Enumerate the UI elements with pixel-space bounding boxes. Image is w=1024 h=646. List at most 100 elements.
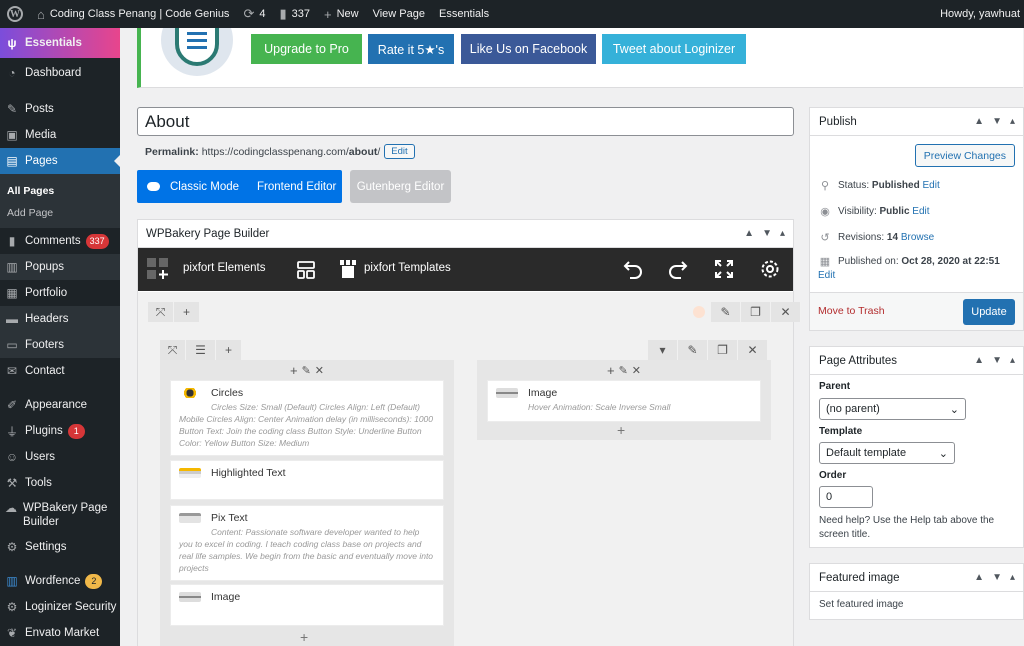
row-delete-icon[interactable]: ✕ <box>771 302 801 322</box>
site-name-link[interactable]: ⌂ Coding Class Penang | Code Genius <box>30 0 236 28</box>
sidebar-item-envato[interactable]: ❦ Envato Market <box>0 620 120 646</box>
sidebar-item-plugins[interactable]: ⏚ Plugins 1 <box>0 418 120 444</box>
sidebar-item-settings[interactable]: ⚙ Settings <box>0 534 120 560</box>
column-edit-icon[interactable]: ✎ <box>619 364 628 377</box>
sidebar-item-contact[interactable]: ✉ Contact <box>0 358 120 384</box>
move-up-icon[interactable]: ▲ <box>974 572 984 583</box>
settings-gear-icon[interactable] <box>760 259 780 279</box>
inner-row-toggle-icon[interactable]: ▾ <box>648 340 678 360</box>
status-edit-link[interactable]: Edit <box>923 180 940 191</box>
user-account-link[interactable]: Howdy, yawhuat <box>933 0 1024 28</box>
tweet-button[interactable]: Tweet about Loginizer <box>602 34 746 64</box>
undo-icon[interactable] <box>622 259 644 279</box>
inner-row-delete-icon[interactable]: ✕ <box>738 340 768 360</box>
row-clone-icon[interactable]: ❐ <box>741 302 771 322</box>
column-add-icon[interactable]: + <box>607 363 615 378</box>
sidebar-item-comments[interactable]: ▮ Comments 337 <box>0 228 120 254</box>
frontend-editor-button[interactable]: Frontend Editor <box>257 181 336 193</box>
preview-changes-button[interactable]: Preview Changes <box>914 144 1015 167</box>
sidebar-item-wordfence[interactable]: ▥ Wordfence 2 <box>0 568 120 594</box>
view-page-link[interactable]: View Page <box>366 0 432 28</box>
sidebar-item-headers[interactable]: ▬ Headers <box>0 306 120 332</box>
sidebar-item-users[interactable]: ☺ Users <box>0 444 120 470</box>
row-expand-icon[interactable]: ⤧ <box>148 302 174 322</box>
move-down-icon[interactable]: ▼ <box>992 355 1002 366</box>
visibility-edit-link[interactable]: Edit <box>912 206 929 217</box>
updates-link[interactable]: ⟳ 4 <box>236 0 272 28</box>
move-up-icon[interactable]: ▲ <box>744 228 754 239</box>
collapse-icon[interactable]: ▴ <box>1010 572 1015 583</box>
add-elements-icon[interactable] <box>147 258 169 280</box>
layout-icon[interactable] <box>296 260 316 280</box>
sidebar-item-portfolio[interactable]: ▦ Portfolio <box>0 280 120 306</box>
sidebar-item-dashboard[interactable]: ◔ Dashboard <box>0 58 120 88</box>
classic-mode-button[interactable]: Classic Mode <box>170 181 239 193</box>
sidebar-item-essentials[interactable]: ψ Essentials <box>0 28 120 58</box>
redo-icon[interactable] <box>667 259 689 279</box>
pixfort-elements-button[interactable]: pixfort Elements <box>183 262 265 274</box>
new-content-link[interactable]: + New <box>317 0 366 28</box>
like-facebook-button[interactable]: Like Us on Facebook <box>461 34 596 64</box>
move-to-trash-link[interactable]: Move to Trash <box>818 305 885 317</box>
collapse-icon[interactable]: ▴ <box>1010 116 1015 127</box>
upgrade-to-pro-button[interactable]: Upgrade to Pro <box>251 34 362 64</box>
essentials-link[interactable]: Essentials <box>432 0 496 28</box>
submenu-add-page[interactable]: Add Page <box>0 202 120 224</box>
move-up-icon[interactable]: ▲ <box>974 116 984 127</box>
left-column-add-element-icon[interactable]: + <box>300 629 308 645</box>
right-column-add-element-icon[interactable]: + <box>617 422 625 438</box>
parent-select[interactable]: (no parent) ⌄ <box>819 398 966 420</box>
rate-it-button[interactable]: Rate it 5★'s <box>368 34 454 64</box>
update-button[interactable]: Update <box>963 299 1015 325</box>
collapse-icon[interactable]: ▴ <box>1010 355 1015 366</box>
gutenberg-editor-button[interactable]: Gutenberg Editor <box>350 170 451 203</box>
column-add-icon[interactable]: + <box>290 363 298 378</box>
sidebar-item-posts[interactable]: ✎ Posts <box>0 96 120 122</box>
permalink-edit-button[interactable]: Edit <box>384 144 415 159</box>
permalink-url[interactable]: https://codingclasspenang.com/about/ <box>202 146 381 158</box>
column-edit-icon[interactable]: ✎ <box>302 364 311 377</box>
sidebar-item-tools[interactable]: ⚒ Tools <box>0 470 120 496</box>
submenu-all-pages[interactable]: All Pages <box>0 180 120 202</box>
sidebar-item-footers[interactable]: ▭ Footers <box>0 332 120 358</box>
move-down-icon[interactable]: ▼ <box>992 116 1002 127</box>
element-circles[interactable]: Circles Circles Size: Small (Default) Ci… <box>170 380 444 456</box>
published-on-edit-link[interactable]: Edit <box>818 270 835 281</box>
sidebar-item-popups[interactable]: ▥ Popups <box>0 254 120 280</box>
revisions-browse-link[interactable]: Browse <box>901 232 934 243</box>
collapse-icon[interactable]: ▴ <box>780 228 785 239</box>
inner-row-clone-icon[interactable]: ❐ <box>708 340 738 360</box>
page-title-input[interactable]: About <box>137 107 794 136</box>
templates-icon[interactable] <box>340 260 356 278</box>
sidebar-item-media[interactable]: ▣ Media <box>0 122 120 148</box>
envelope-icon: ✉ <box>6 364 18 378</box>
comments-link[interactable]: ▮ 337 <box>272 0 317 28</box>
sidebar-item-pages[interactable]: ▤ Pages <box>0 148 120 174</box>
move-down-icon[interactable]: ▼ <box>992 572 1002 583</box>
element-image[interactable]: Image <box>170 584 444 626</box>
sidebar-item-wpbakery[interactable]: ☁ WPBakery Page Builder <box>0 496 120 534</box>
wordpress-logo-icon[interactable]: W <box>0 0 30 28</box>
pixfort-templates-button[interactable]: pixfort Templates <box>364 262 451 274</box>
refresh-icon: ⟳ <box>243 6 255 21</box>
fullscreen-icon[interactable] <box>714 259 734 279</box>
element-highlighted-text[interactable]: Highlighted Text <box>170 460 444 500</box>
row-add-icon[interactable]: + <box>174 302 200 322</box>
element-image-hover[interactable]: Image Hover Animation: Scale Inverse Sma… <box>487 380 761 422</box>
column-delete-icon[interactable]: ✕ <box>632 364 641 377</box>
move-up-icon[interactable]: ▲ <box>974 355 984 366</box>
order-input[interactable]: 0 <box>819 486 873 508</box>
inner-row-layout-icon[interactable]: ☰ <box>186 340 216 360</box>
sidebar-item-appearance[interactable]: ✐ Appearance <box>0 392 120 418</box>
column-delete-icon[interactable]: ✕ <box>315 364 324 377</box>
main-content: Upgrade to Pro Rate it 5★'s Like Us on F… <box>120 28 1024 646</box>
set-featured-image-link[interactable]: Set featured image <box>810 592 1023 617</box>
row-edit-icon[interactable]: ✎ <box>711 302 741 322</box>
inner-row-expand-icon[interactable]: ⤧ <box>160 340 186 360</box>
template-select[interactable]: Default template ⌄ <box>819 442 955 464</box>
sidebar-item-loginizer[interactable]: ⚙ Loginizer Security <box>0 594 120 620</box>
element-pix-text[interactable]: Pix Text Content: Passionate software de… <box>170 505 444 581</box>
inner-row-edit-icon[interactable]: ✎ <box>678 340 708 360</box>
move-down-icon[interactable]: ▼ <box>762 228 772 239</box>
inner-row-add-icon[interactable]: + <box>216 340 242 360</box>
